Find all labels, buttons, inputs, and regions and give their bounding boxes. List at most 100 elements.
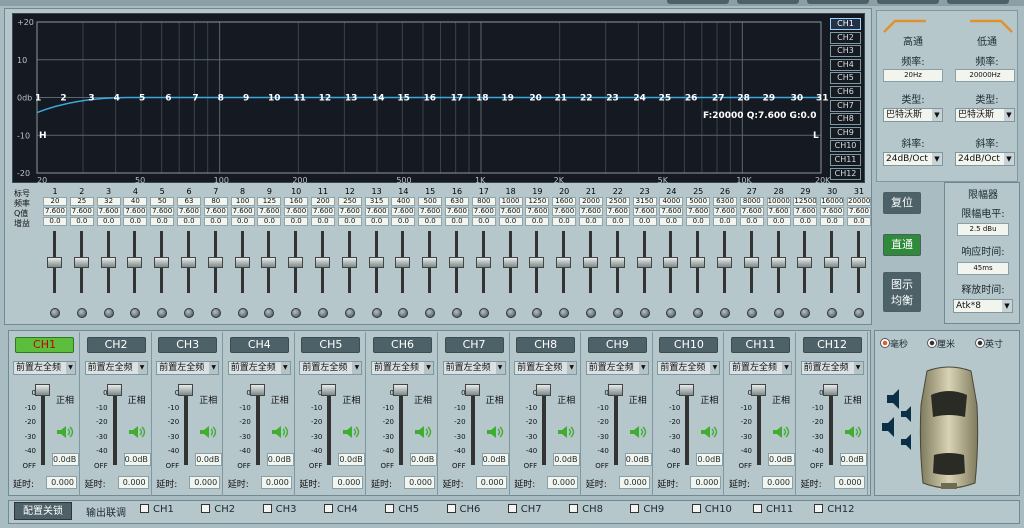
eq-freq-field[interactable]: 125 (257, 197, 282, 206)
eq-freq-field[interactable]: 500 (418, 197, 443, 206)
lowpass-freq-field[interactable]: 20000Hz (955, 69, 1015, 82)
channel-gain-field[interactable]: 0.0dB (266, 453, 294, 466)
channel-button[interactable]: CH5 (301, 337, 361, 353)
eq-freq-field[interactable]: 800 (471, 197, 496, 206)
eq-gain-field[interactable]: 0.0 (739, 217, 764, 226)
eq-freq-field[interactable]: 1600 (552, 197, 577, 206)
graph-channel-ch11[interactable]: CH11 (830, 154, 861, 166)
output-link-ch9[interactable]: CH9 (630, 504, 664, 515)
phase-label[interactable]: 正相 (342, 393, 360, 406)
eq-slider-knob[interactable] (261, 257, 277, 268)
eq-gain-field[interactable]: 0.0 (391, 217, 416, 226)
channel-gain-field[interactable]: 0.0dB (195, 453, 223, 466)
eq-gain-field[interactable]: 0.0 (713, 217, 737, 226)
graph-channel-ch6[interactable]: CH6 (830, 86, 861, 98)
eq-slider-knob[interactable] (717, 257, 732, 268)
graph-channel-ch2[interactable]: CH2 (830, 31, 861, 44)
highpass-freq-field[interactable]: 20Hz (883, 69, 943, 82)
eq-gain-field[interactable]: 0.0 (659, 217, 684, 226)
channel-gain-knob[interactable] (536, 384, 552, 396)
channel-gain-field[interactable]: 0.0dB (553, 453, 581, 466)
channel-button[interactable]: CH9 (587, 337, 647, 353)
channel-gain-knob[interactable] (393, 384, 408, 396)
phase-label[interactable]: 正相 (844, 393, 862, 406)
phase-label[interactable]: 正相 (271, 393, 289, 406)
eq-slider-knob[interactable] (154, 257, 170, 268)
eq-freq-field[interactable]: 32 (96, 197, 121, 206)
eq-q-field[interactable]: 7.600 (337, 207, 362, 216)
channel-position-select[interactable]: 前置左全频 ▼ (514, 361, 578, 375)
eq-freq-field[interactable]: 8000 (739, 197, 764, 206)
eq-gain-field[interactable]: 0.0 (230, 217, 255, 226)
output-link-ch2[interactable]: CH2 (201, 504, 235, 515)
eq-q-field[interactable]: 7.600 (579, 207, 603, 216)
eq-gain-field[interactable]: 0.0 (471, 217, 496, 226)
delay-field[interactable]: 0.000 (117, 476, 149, 489)
eq-q-field[interactable]: 7.600 (311, 207, 335, 216)
channel-gain-knob[interactable] (679, 384, 695, 396)
channel-button[interactable]: CH2 (86, 337, 146, 353)
graph-channel-ch1[interactable]: CH1 (830, 18, 861, 30)
channel-position-select[interactable]: 前置左全频 ▼ (729, 361, 792, 375)
delay-field[interactable]: 0.000 (189, 476, 221, 489)
channel-button[interactable]: CH6 (373, 337, 432, 353)
channel-position-select[interactable]: 前置左全频 ▼ (84, 361, 148, 375)
eq-q-field[interactable]: 7.600 (203, 207, 228, 216)
delay-field[interactable]: 0.000 (260, 476, 292, 489)
speaker-volume-icon[interactable] (128, 425, 146, 439)
eq-reset-knob-icon[interactable] (264, 308, 275, 318)
speaker-volume-icon[interactable] (772, 425, 790, 439)
graph-channel-ch8[interactable]: CH8 (830, 113, 861, 126)
output-link-ch6[interactable]: CH6 (446, 504, 480, 515)
eq-slider-knob[interactable] (609, 257, 625, 268)
channel-position-select[interactable]: 前置左全频 ▼ (13, 361, 76, 375)
eq-freq-field[interactable]: 5000 (686, 197, 711, 206)
delay-field[interactable]: 0.000 (547, 476, 579, 489)
eq-freq-field[interactable]: 50 (150, 197, 175, 206)
eq-freq-field[interactable]: 12500 (793, 197, 818, 206)
speaker-volume-icon[interactable] (342, 425, 360, 439)
eq-q-field[interactable]: 7.600 (177, 207, 201, 216)
output-link-ch11[interactable]: CH11 (753, 504, 793, 515)
eq-freq-field[interactable]: 315 (364, 197, 389, 206)
eq-gain-field[interactable]: 0.0 (150, 217, 175, 226)
eq-gain-field[interactable]: 0.0 (418, 217, 443, 226)
eq-slider-knob[interactable] (690, 257, 706, 268)
delay-field[interactable]: 0.000 (46, 476, 77, 489)
eq-q-field[interactable]: 7.600 (632, 207, 657, 216)
eq-gain-field[interactable]: 0.0 (552, 217, 577, 226)
eq-q-field[interactable]: 7.600 (43, 207, 67, 216)
eq-gain-field[interactable]: 0.0 (69, 217, 94, 226)
channel-button[interactable]: CH8 (516, 337, 576, 353)
eq-reset-knob-icon[interactable] (237, 308, 248, 318)
delay-field[interactable]: 0.000 (690, 476, 722, 489)
eq-reset-knob-icon[interactable] (693, 308, 704, 318)
eq-gain-field[interactable]: 0.0 (605, 217, 630, 226)
channel-gain-knob[interactable] (106, 384, 122, 396)
eq-slider-knob[interactable] (368, 257, 384, 268)
output-link-ch10[interactable]: CH10 (691, 504, 732, 515)
channel-gain-knob[interactable] (822, 384, 838, 396)
channel-button[interactable]: CH4 (229, 337, 289, 353)
delay-field[interactable]: 0.000 (404, 476, 435, 489)
eq-reset-knob-icon[interactable] (425, 308, 436, 318)
eq-q-field[interactable]: 7.600 (418, 207, 443, 216)
unit-ms-radio[interactable]: 毫秒 (880, 337, 908, 350)
channel-gain-knob[interactable] (321, 384, 337, 396)
eq-q-field[interactable]: 7.600 (739, 207, 764, 216)
eq-q-field[interactable]: 7.600 (96, 207, 121, 216)
channel-button[interactable]: CH10 (659, 337, 719, 353)
eq-q-field[interactable]: 7.600 (498, 207, 523, 216)
eq-slider-knob[interactable] (583, 257, 598, 268)
eq-freq-field[interactable]: 2000 (579, 197, 603, 206)
phase-label[interactable]: 正相 (772, 393, 790, 406)
eq-gain-field[interactable]: 0.0 (766, 217, 791, 226)
channel-gain-knob[interactable] (35, 384, 50, 396)
eq-freq-field[interactable]: 63 (177, 197, 201, 206)
delay-field[interactable]: 0.000 (833, 476, 865, 489)
eq-reset-knob-icon[interactable] (291, 308, 302, 318)
eq-reset-knob-icon[interactable] (76, 308, 87, 318)
eq-q-field[interactable]: 7.600 (471, 207, 496, 216)
eq-q-field[interactable]: 7.600 (713, 207, 737, 216)
eq-reset-knob-icon[interactable] (210, 308, 221, 318)
